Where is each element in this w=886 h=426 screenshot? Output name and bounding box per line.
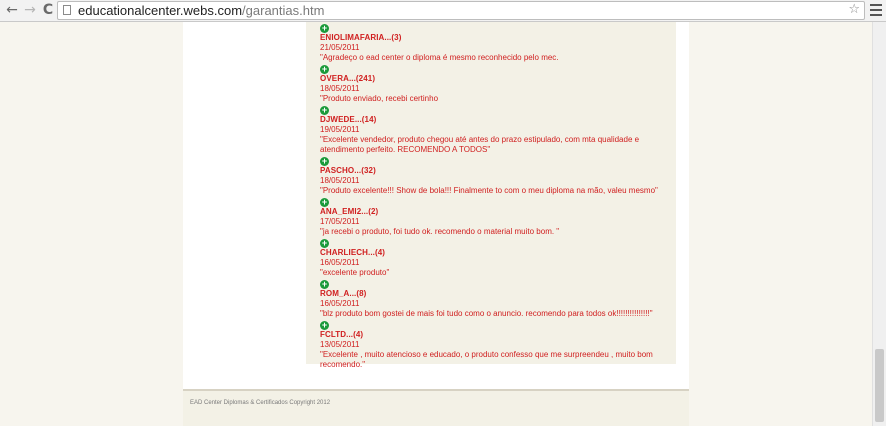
feedback-date: 18/05/2011 [320, 84, 360, 93]
url-text[interactable]: educationalcenter.webs.com/garantias.htm [78, 3, 324, 18]
plus-icon[interactable]: + [320, 321, 329, 330]
browser-toolbar: ← → C educationalcenter.webs.com/garanti… [0, 0, 886, 22]
plus-icon[interactable]: + [320, 239, 329, 248]
page-viewport: + ENIOLIMAFARIA...(3) 21/05/2011 "Agradeço … [0, 22, 872, 426]
feedback-text: "Agradeço o ead center o diploma é mesmo… [320, 53, 559, 62]
plus-icon[interactable]: + [320, 65, 329, 74]
forward-icon[interactable]: → [22, 2, 38, 18]
feedback-item: + ANA_EMI2...(2) 17/05/2011 "ja recebi o pr… [320, 198, 672, 237]
plus-icon[interactable]: + [320, 106, 329, 115]
content-column: + ENIOLIMAFARIA...(3) 21/05/2011 "Agradeço … [306, 22, 676, 369]
address-bar[interactable]: educationalcenter.webs.com/garantias.htm… [57, 1, 865, 20]
feedback-user[interactable]: DJWEDE...(14) [320, 115, 672, 125]
feedback-user[interactable]: ANA_EMI2...(2) [320, 207, 672, 217]
feedback-date: 18/05/2011 [320, 176, 360, 185]
feedback-user[interactable]: ENIOLIMAFARIA...(3) [320, 33, 672, 43]
plus-icon[interactable]: + [320, 157, 329, 166]
feedback-item: + ROM_A...(8) 16/05/2011 "blz produto bom g… [320, 280, 672, 319]
feedback-item: + ENIOLIMAFARIA...(3) 21/05/2011 "Agradeço … [320, 24, 672, 63]
url-path: /garantias.htm [242, 3, 325, 18]
feedback-text: "Produto enviado, recebi certinho [320, 94, 439, 103]
feedback-date: 16/05/2011 [320, 299, 360, 308]
back-icon[interactable]: ← [4, 2, 20, 18]
scrollbar-thumb[interactable] [875, 349, 884, 422]
feedback-user[interactable]: FCLTD...(4) [320, 330, 672, 340]
plus-icon[interactable]: + [320, 280, 329, 289]
feedback-item: + FCLTD...(4) 13/05/2011 "Excelente , muito… [320, 321, 672, 370]
feedback-item: + DJWEDE...(14) 19/05/2011 "Excelente vende… [320, 106, 672, 155]
feedback-date: 16/05/2011 [320, 258, 360, 267]
feedback-user[interactable]: PASCHO...(32) [320, 166, 672, 176]
feedback-item: + OVERA...(241) 18/05/2011 "Produto enviado… [320, 65, 672, 104]
feedback-list: + ENIOLIMAFARIA...(3) 21/05/2011 "Agradeço … [320, 22, 672, 370]
plus-icon[interactable]: + [320, 24, 329, 33]
feedback-text: "excelente produto" [320, 268, 390, 277]
feedback-user[interactable]: CHARLIECH...(4) [320, 248, 672, 258]
url-domain: educationalcenter.webs.com [78, 3, 243, 18]
feedback-text: "Excelente vendedor, produto chegou até … [320, 135, 640, 154]
feedback-date: 17/05/2011 [320, 217, 360, 226]
feedback-date: 21/05/2011 [320, 43, 360, 52]
menu-icon[interactable] [870, 4, 882, 19]
feedback-date: 13/05/2011 [320, 340, 360, 349]
feedback-user[interactable]: ROM_A...(8) [320, 289, 672, 299]
feedback-user[interactable]: OVERA...(241) [320, 74, 672, 84]
feedback-text: "Excelente , muito atencioso e educado, … [320, 350, 653, 369]
feedback-text: "blz produto bom gostei de mais foi tudo… [320, 309, 653, 318]
vertical-scrollbar[interactable] [872, 22, 886, 426]
plus-icon[interactable]: + [320, 198, 329, 207]
page-container: + ENIOLIMAFARIA...(3) 21/05/2011 "Agradeço … [183, 22, 689, 426]
feedback-date: 19/05/2011 [320, 125, 360, 134]
bookmark-star-icon[interactable]: ☆ [848, 2, 860, 17]
copyright-text: EAD Center Diplomas & Certificados Copyr… [190, 400, 331, 406]
feedback-text: "ja recebi o produto, foi tudo ok. recom… [320, 227, 560, 236]
feedback-text: "Produto excelente!!! Show de bola!!! Fi… [320, 186, 658, 195]
reload-icon[interactable]: C [40, 2, 56, 18]
page-icon [63, 5, 71, 15]
feedback-item: + PASCHO...(32) 18/05/2011 "Produto excelen… [320, 157, 672, 196]
feedback-item: + CHARLIECH...(4) 16/05/2011 "excelente pro… [320, 239, 672, 278]
footer: EAD Center Diplomas & Certificados Copyr… [183, 389, 689, 426]
